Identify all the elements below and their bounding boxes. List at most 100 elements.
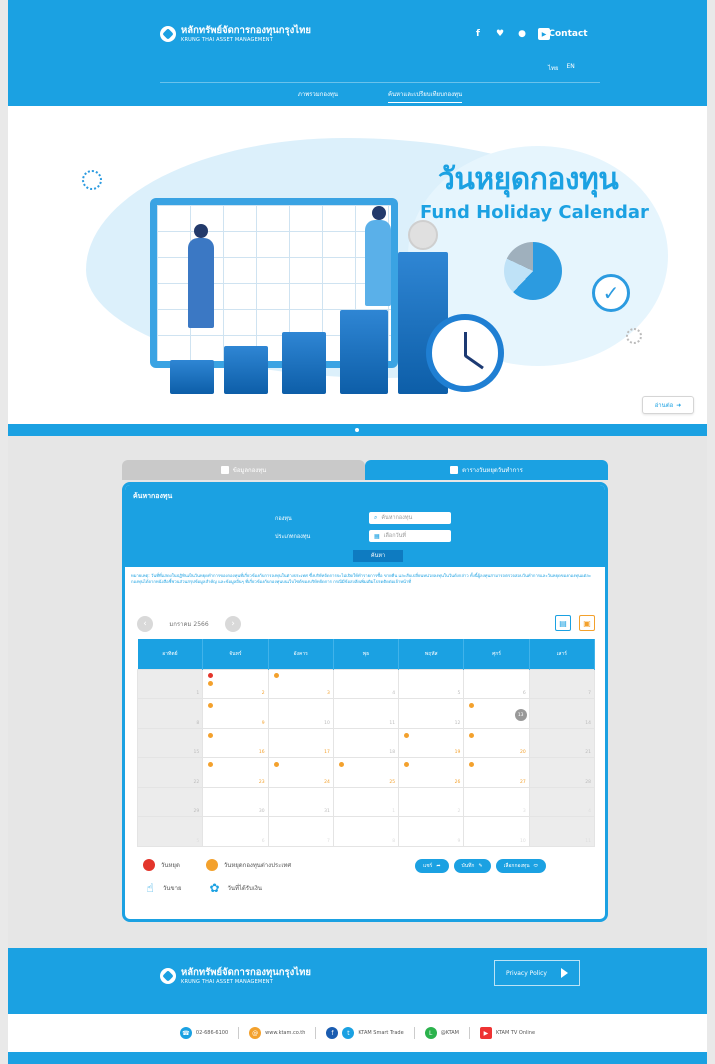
contact-phone[interactable]: ☎ 02-686-6100 [179,1027,228,1039]
hand-pointer-icon: ☝ [146,881,154,895]
legend-holiday-label: วันหยุด [161,862,180,869]
calendar-day[interactable]: 19 [398,727,465,758]
twitter-icon[interactable]: ♥ [494,28,506,40]
calendar-day[interactable]: 15 [136,727,204,758]
line-icon[interactable]: ● [516,28,528,40]
holiday-marker [208,672,214,678]
next-month-button[interactable]: › [225,616,241,632]
clock-icon [426,314,504,392]
calendar-day[interactable]: 11 [332,698,400,729]
contact-youtube[interactable]: ▶ KTAM TV Online [479,1027,535,1039]
calendar-day[interactable]: 17 [267,727,334,758]
export-icon[interactable]: ▣ [579,615,595,631]
web-icon: @ [249,1027,262,1039]
calendar-day[interactable]: 7 [528,668,596,699]
foreign-holiday-marker [469,703,475,708]
facebook-icon[interactable]: f [472,28,484,40]
footer-logo-en: KRUNG THAI ASSET MANAGEMENT [181,978,273,985]
contact-facebook[interactable]: f t KTAM Smart Trade [326,1027,404,1039]
legend-foreign-holiday: วันหยุดกองทุนต่างประเทศ [205,859,291,871]
calendar-day[interactable]: 28 [528,757,596,788]
calendar-week: 1 2 3 4 5 6 7 [136,668,596,699]
read-more-button[interactable]: อ่านต่อ ➜ [642,396,694,414]
lang-th[interactable]: ไทย [548,63,559,73]
nav-fund-overview[interactable]: ภาพรวมกองทุน [298,89,338,103]
calendar-search-icon[interactable]: ▤ [555,615,571,631]
calendar-day[interactable]: 29 [136,786,204,817]
calendar-day[interactable]: 18 [332,727,400,758]
calendar-day[interactable]: 24 [267,757,334,788]
calendar-day[interactable]: 5 [398,668,465,699]
calendar-day[interactable]: 3 [463,786,530,817]
calendar-day[interactable]: 1 [332,786,400,817]
calendar-day[interactable]: 16 [202,727,269,758]
fund-search-input[interactable]: ⌕ ค้นหากองทุน [369,512,451,524]
calendar-day[interactable]: 8 [332,816,400,847]
banner-title-th: วันหยุดกองทุน [438,162,619,197]
legend-holiday: วันหยุด [143,859,180,871]
calendar-day[interactable]: 25 [332,757,400,788]
calendar-day[interactable]: 22 [136,757,204,788]
calendar-day[interactable]: 7 [267,816,334,847]
calendar-week: 5 6 7 8 9 10 11 [136,816,596,847]
share-button[interactable]: แชร์ ➦ [415,859,449,873]
calendar-day[interactable]: 10 [463,816,530,847]
fund-type-select[interactable]: ▦ เลือกวันที่ [369,530,451,542]
select-fund-button[interactable]: เลือกกองทุน ⬭ [495,859,546,873]
foreign-holiday-marker [273,672,279,678]
calendar-day[interactable]: 2 [202,668,269,699]
calendar-day[interactable]: 4 [332,668,400,699]
calendar-legend: วันหยุด วันหยุดกองทุนต่างประเทศ ☝ วันขาย… [143,859,291,905]
month-navigator: ‹ มกราคม 2566 › [137,616,241,632]
calendar-day[interactable]: 11 [528,816,596,847]
nav-fund-search[interactable]: ค้นหาและเปรียบเทียบกองทุน [387,89,463,103]
calendar-day[interactable]: 13 [463,698,530,729]
fund-label: กองทุน [275,516,292,522]
calendar-day[interactable]: 2 [398,786,465,817]
foreign-holiday-marker [469,762,475,767]
calendar-day[interactable]: 6 [463,668,530,699]
calendar-day[interactable]: 27 [463,757,530,788]
calendar-day[interactable]: 23 [202,757,269,788]
contact-link[interactable]: Contact [548,28,587,40]
search-button[interactable]: ค้นหา [353,550,403,562]
calendar-day[interactable]: 31 [267,786,334,817]
footer-logo[interactable]: หลักทรัพย์จัดการกองทุนกรุงไทย KRUNG THAI… [160,968,311,985]
page-frame: หลักทรัพย์จัดการกองทุนกรุงไทย KRUNG THAI… [8,0,707,1064]
tab-fund-info[interactable]: ข้อมูลกองทุน [122,460,365,480]
calendar-day[interactable]: 10 [267,698,334,729]
calendar-day[interactable]: 12 [398,698,465,729]
search-title: ค้นหากองทุน [133,492,173,500]
site-header: หลักทรัพย์จัดการกองทุนกรุงไทย KRUNG THAI… [8,0,707,106]
fund-placeholder: ค้นหากองทุน [381,515,413,521]
bar-illustration [224,346,268,394]
tab-holiday-calendar[interactable]: ตารางวันหยุดวันทำการ [365,460,608,480]
footer-logo-th: หลักทรัพย์จัดการกองทุนกรุงไทย [181,967,311,978]
calendar-day[interactable]: 4 [528,786,596,817]
lang-en[interactable]: EN [567,63,575,73]
calendar-day[interactable]: 20 [463,727,530,758]
calendar-day[interactable]: 9 [398,816,465,847]
calendar-day[interactable]: 3 [267,668,334,699]
privacy-policy-button[interactable]: Privacy Policy [494,960,580,986]
site-logo[interactable]: หลักทรัพย์จัดการกองทุนกรุงไทย KRUNG THAI… [160,26,311,43]
calendar-day[interactable]: 26 [398,757,465,788]
calendar-day[interactable]: 1 [136,668,204,699]
weekday-sun: อาทิตย์ [137,639,204,669]
calendar-day[interactable]: 6 [202,816,269,847]
line-icon: L [424,1027,437,1039]
pager-dot[interactable] [355,428,359,432]
calendar-day[interactable]: 30 [202,786,269,817]
weekday-wed: พุธ [333,639,400,669]
contact-web[interactable]: @ www.ktam.co.th [249,1027,305,1039]
calendar-day[interactable]: 5 [136,816,204,847]
calendar-day[interactable]: 21 [528,727,596,758]
contact-line[interactable]: L @KTAM [424,1027,459,1039]
calendar-day[interactable]: 9 [202,698,269,729]
prev-month-button[interactable]: ‹ [137,616,153,632]
save-button[interactable]: บันทึก ✎ [453,859,491,873]
calendar-day[interactable]: 8 [136,698,204,729]
foreign-holiday-marker [404,762,410,767]
calendar-day[interactable]: 14 [528,698,596,729]
logo-title-en: KRUNG THAI ASSET MANAGEMENT [181,36,273,43]
